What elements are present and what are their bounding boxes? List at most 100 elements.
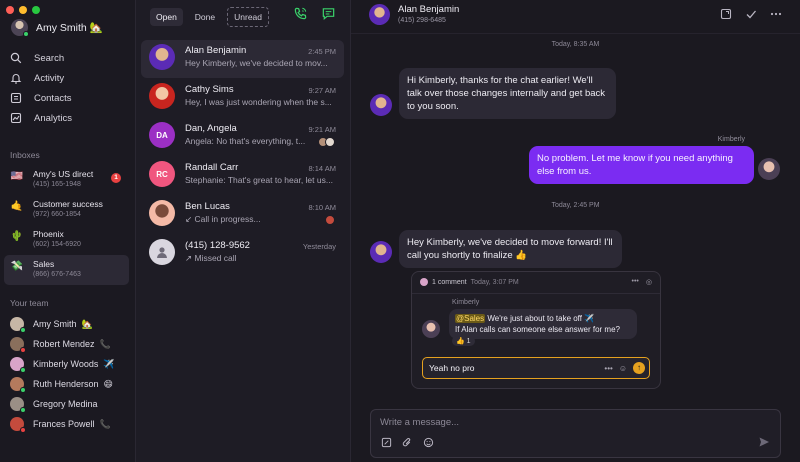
conversation-item[interactable]: Cathy Sims 9:27 AM Hey, I was just wonde… [141, 79, 344, 117]
inbox-number: (415) 165-1948 [33, 181, 81, 188]
inbox-item[interactable]: 💸 Sales (866) 676-7463 [4, 255, 129, 285]
filter-unread[interactable]: Unread [227, 7, 270, 27]
zoom-window-button[interactable] [32, 6, 40, 14]
avatar [10, 337, 26, 353]
status-emoji: 😄 [103, 378, 113, 389]
inbox-item[interactable]: 🇺🇸 Amy's US direct (415) 165-1948 1 [4, 165, 129, 195]
conversation-item[interactable]: (415) 128-9562 Yesterday ↗ Missed call [141, 235, 344, 273]
avatar [10, 377, 26, 393]
avatar [758, 158, 780, 180]
current-user[interactable]: Amy Smith 🏡 [11, 19, 103, 37]
more-icon[interactable]: ••• [632, 278, 639, 286]
minimize-window-button[interactable] [19, 6, 27, 14]
team-member[interactable]: Amy Smith 🏡 [10, 314, 129, 334]
filter-open[interactable]: Open [150, 8, 183, 26]
avatar [325, 137, 335, 147]
nav-label: Contacts [34, 92, 72, 104]
filter-done[interactable]: Done [189, 8, 221, 26]
send-reply-button[interactable]: ↑ [633, 362, 645, 374]
conversation-preview: ↗ Missed call [185, 253, 237, 263]
avatar [370, 241, 392, 263]
team-member[interactable]: Robert Mendez 📞 [10, 334, 129, 354]
participant-avatars [318, 137, 335, 147]
status-emoji: ✈️ [103, 358, 115, 369]
nav-item-search[interactable]: Search [10, 48, 129, 68]
inbox-name: Customer success [33, 199, 103, 209]
team-member[interactable]: Frances Powell 📞 [10, 414, 129, 434]
team-member[interactable]: Gregory Medina [10, 394, 129, 414]
nav-item-activity[interactable]: Activity [10, 68, 129, 88]
chat-panel: Alan Benjamin (415) 298-6485 Today, 8:35… [351, 0, 800, 462]
emoji-icon[interactable] [423, 437, 434, 451]
search-icon [10, 52, 22, 64]
bell-icon [10, 72, 22, 84]
new-message-icon[interactable] [321, 6, 336, 24]
mark-done-icon[interactable] [745, 8, 757, 23]
share-icon[interactable] [720, 8, 732, 23]
conversation-item[interactable]: Alan Benjamin 2:45 PM Hey Kimberly, we'v… [141, 40, 344, 78]
more-icon[interactable] [770, 8, 782, 23]
comment-thread: 1 comment Today, 3:07 PM ••• ◎ Kimberly … [411, 271, 661, 389]
conversation-preview: Hey Kimberly, we've decided to mov... [185, 58, 328, 68]
nav-label: Analytics [34, 112, 73, 124]
inbox-number: (972) 660-1854 [33, 211, 81, 218]
team-member[interactable]: Kimberly Woods ✈️ [10, 354, 129, 374]
list-actions [293, 6, 336, 24]
member-name: Ruth Henderson [33, 379, 99, 389]
conversation-item[interactable]: Ben Lucas 8:10 AM ↙ Call in progress... [141, 196, 344, 234]
attachment-icon[interactable] [402, 437, 413, 451]
message-bubble-incoming: Hi Kimberly, thanks for the chat earlier… [399, 68, 616, 119]
status-emoji: 📞 [99, 418, 111, 429]
online-status-dot [23, 31, 29, 37]
member-name: Amy Smith [33, 319, 77, 329]
comment-sender: Kimberly [452, 299, 480, 306]
conversation-time: 9:21 AM [308, 125, 336, 134]
inbox-item[interactable]: 🤙 Customer success (972) 660-1854 [4, 195, 129, 225]
member-name: Kimberly Woods [33, 359, 99, 369]
conversation-item[interactable]: DA Dan, Angela 9:21 AM Angela: No that's… [141, 118, 344, 156]
nav-item-contacts[interactable]: Contacts [10, 88, 129, 108]
comment-time: Today, 3:07 PM [470, 278, 519, 286]
inbox-item[interactable]: 🌵 Phoenix (602) 154-6920 [4, 225, 129, 255]
avatar [10, 417, 26, 433]
snippet-icon[interactable] [381, 437, 392, 451]
flag-icon: 🇺🇸 [10, 171, 24, 182]
analytics-icon [10, 112, 22, 124]
conversation-item[interactable]: RC Randall Carr 8:14 AM Stephanie: That'… [141, 157, 344, 195]
comment-text: We're just about to take off ✈️ [485, 314, 595, 323]
emoji-icon[interactable]: ☺ [619, 364, 627, 373]
nav-item-analytics[interactable]: Analytics [10, 108, 129, 128]
avatar: DA [149, 122, 175, 148]
nav-label: Activity [34, 72, 65, 84]
chat-header[interactable]: Alan Benjamin (415) 298-6485 [369, 4, 459, 25]
message-input[interactable] [380, 417, 680, 431]
team-member[interactable]: Ruth Henderson 😄 [10, 374, 129, 394]
close-window-button[interactable] [6, 6, 14, 14]
conversation-list: Alan Benjamin 2:45 PM Hey Kimberly, we'v… [141, 40, 344, 274]
conversation-list-panel: Open Done Unread Alan Benjamin 2:45 PM H… [136, 0, 351, 462]
money-icon: 💸 [10, 261, 24, 272]
reaction-chip[interactable]: 👍 1 [452, 336, 475, 346]
message-composer [370, 409, 781, 458]
conversation-preview: Hey, I was just wondering when the s... [185, 97, 332, 107]
cactus-icon: 🌵 [10, 231, 24, 242]
more-icon[interactable]: ••• [604, 364, 612, 373]
thread-reply-input[interactable] [429, 362, 579, 374]
conversation-time: 8:14 AM [308, 164, 336, 173]
mention-tag[interactable]: @Sales [455, 314, 486, 323]
nav-label: Search [34, 52, 65, 64]
resolve-icon[interactable]: ◎ [646, 278, 652, 286]
conversation-preview: Stephanie: That's great to hear, let us.… [185, 175, 333, 185]
thread-reply-box: ••• ☺ ↑ [422, 357, 650, 379]
avatar [149, 239, 175, 265]
new-call-icon[interactable] [293, 6, 308, 24]
inbox-list: 🇺🇸 Amy's US direct (415) 165-1948 1 🤙 Cus… [4, 165, 129, 285]
member-name: Robert Mendez [33, 339, 95, 349]
thread-header: 1 comment Today, 3:07 PM ••• ◎ [420, 278, 652, 286]
person-icon [157, 247, 167, 258]
send-icon[interactable] [758, 436, 770, 451]
comment-count: 1 comment [432, 278, 467, 286]
call-me-hand-icon: 🤙 [10, 201, 24, 212]
conversation-time: 2:45 PM [308, 47, 336, 56]
message-bubble-incoming: Hey Kimberly, we've decided to move forw… [399, 230, 622, 268]
